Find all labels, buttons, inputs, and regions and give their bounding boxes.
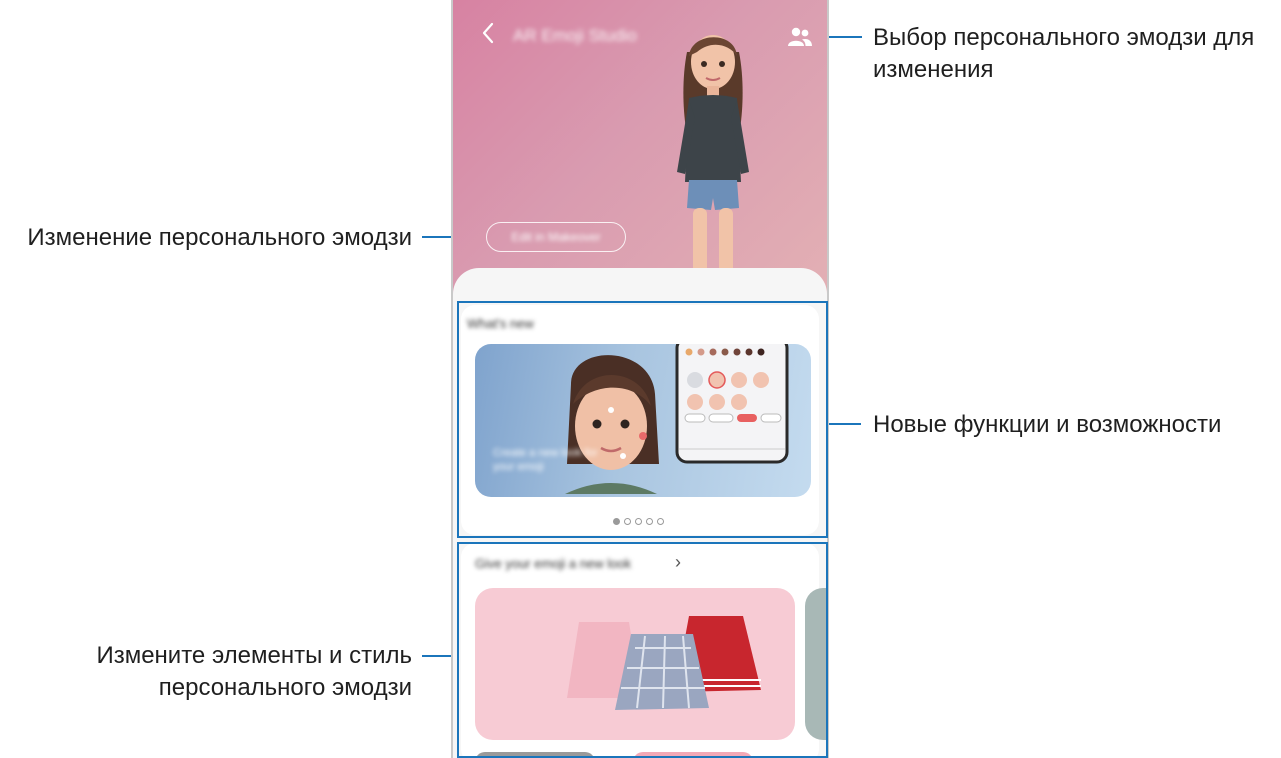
callout-line-new bbox=[827, 423, 861, 425]
callout-select-emoji: Выбор персонального эмодзи для изменения bbox=[873, 24, 1255, 83]
callout-change-items-line1: Измените элементы и стиль bbox=[96, 642, 412, 669]
change-items-frame bbox=[457, 542, 828, 758]
avatar-figure bbox=[677, 35, 749, 298]
people-icon bbox=[788, 27, 812, 46]
callout-change-items: Измените элементы и стиль персонального … bbox=[0, 640, 412, 704]
callout-new-features: Новые функции и возможности bbox=[873, 411, 1222, 438]
edit-emoji-button[interactable]: Edit in Makeover bbox=[486, 222, 626, 252]
select-emoji-button[interactable] bbox=[787, 26, 813, 48]
avatar-hero: AR Emoji Studio Edit in Makeover bbox=[453, 0, 827, 300]
edit-emoji-button-label: Edit in Makeover bbox=[511, 230, 601, 244]
callout-change-items-line2: персонального эмодзи bbox=[158, 674, 412, 701]
back-button[interactable] bbox=[475, 20, 501, 50]
new-features-frame bbox=[457, 301, 828, 538]
callout-edit-emoji: Изменение персонального эмодзи bbox=[27, 224, 412, 251]
app-title: AR Emoji Studio bbox=[513, 26, 637, 45]
chevron-left-icon bbox=[482, 22, 494, 44]
